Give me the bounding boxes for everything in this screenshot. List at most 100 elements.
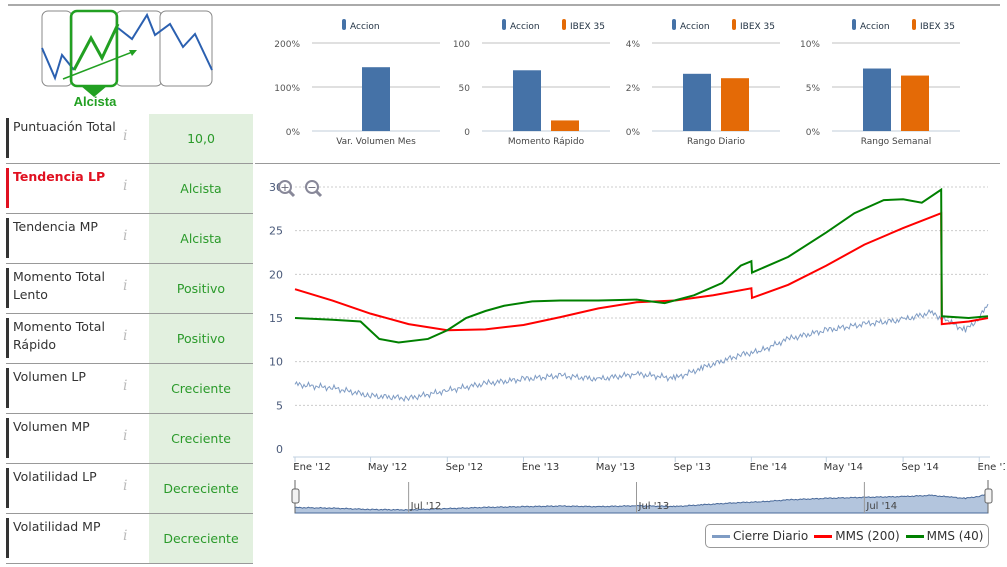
legend-item[interactable]: Cierre Diario	[712, 529, 808, 543]
indicator-row: Tendencia LP i Alcista	[6, 164, 253, 214]
legend-label: MMS (200)	[835, 529, 900, 543]
x-tick-label: Ene '15	[978, 462, 1005, 473]
indicator-value: Positivo	[149, 264, 253, 313]
legend-swatch	[852, 19, 856, 30]
legend-label: IBEX 35	[740, 22, 775, 32]
mini-bar-chart: Accion 0% 100% 200% Var. Volumen Mes	[274, 19, 440, 147]
indicator-row: Volatilidad MP i Decreciente	[6, 514, 253, 564]
y-tick-label: 0	[276, 443, 283, 456]
legend-swatch	[905, 535, 924, 538]
bar[interactable]	[683, 73, 711, 131]
indicator-value: Positivo	[149, 314, 253, 363]
indicator-row: Momento Total Lento i Positivo	[6, 264, 253, 314]
navigator-tick-label: Jul '13	[638, 501, 670, 512]
legend-swatch	[672, 19, 676, 30]
x-tick-label: Sep '13	[673, 462, 711, 473]
x-tick-label: May '12	[368, 462, 407, 473]
indicator-label: Volumen LP	[6, 368, 133, 408]
legend-item[interactable]: MMS (200)	[814, 529, 900, 543]
indicator-label: Momento Total Rápido	[6, 318, 133, 358]
indicator-value: Decreciente	[149, 464, 253, 513]
y-tick-label: 50	[459, 84, 471, 94]
info-icon[interactable]: i	[123, 178, 127, 194]
bar[interactable]	[551, 120, 579, 131]
legend-swatch	[814, 535, 833, 538]
legend-swatch	[912, 19, 916, 30]
legend-label: Cierre Diario	[733, 529, 809, 543]
x-tick-label: Ene '12	[293, 462, 330, 473]
y-tick-label: 100	[453, 40, 470, 50]
top-divider	[8, 4, 1000, 6]
indicator-value: Alcista	[149, 214, 253, 263]
legend-label: IBEX 35	[920, 22, 955, 32]
info-icon[interactable]: i	[123, 278, 127, 294]
y-tick-label: 10	[269, 356, 283, 369]
indicator-value: Creciente	[149, 414, 253, 463]
indicator-label: Volatilidad MP	[6, 518, 133, 558]
svg-text:−: −	[307, 181, 316, 194]
y-tick-label: 10%	[800, 40, 820, 50]
bar[interactable]	[863, 68, 891, 131]
y-tick-label: 200%	[274, 40, 300, 50]
y-tick-label: 100%	[274, 84, 300, 94]
info-icon[interactable]: i	[123, 328, 127, 344]
y-tick-label: 15	[269, 312, 283, 325]
legend-item[interactable]: MMS (40)	[905, 529, 984, 543]
y-tick-label: 20	[269, 268, 283, 281]
indicator-label: Volumen MP	[6, 418, 133, 458]
x-category-label: Rango Diario	[687, 137, 746, 147]
indicator-value: Creciente	[149, 364, 253, 413]
info-icon[interactable]: i	[123, 378, 127, 394]
indicator-label: Puntuación Total	[6, 118, 133, 158]
y-tick-label: 4%	[626, 40, 641, 50]
bar[interactable]	[901, 75, 929, 131]
navigator[interactable]: Jul '12 Jul '13 Jul '14	[291, 480, 993, 514]
legend-label: Accion	[350, 22, 380, 32]
y-tick-label: 2%	[626, 84, 641, 94]
indicator-value: 10,0	[149, 114, 253, 163]
mini-bar-chart: Accion IBEX 35 0 50 100 Momento Rápido	[453, 19, 610, 147]
legend-label: Accion	[510, 22, 540, 32]
indicator-value: Decreciente	[149, 514, 253, 563]
series-line-cierre[interactable]	[294, 303, 989, 403]
y-tick-label: 25	[269, 225, 283, 238]
indicator-label: Tendencia MP	[6, 218, 133, 258]
x-tick-label: Sep '14	[901, 462, 939, 473]
indicator-row: Volumen MP i Creciente	[6, 414, 253, 464]
trend-selector-icon[interactable]	[15, 8, 250, 111]
navigator-tick-label: Jul '14	[865, 501, 897, 512]
indicator-value: Alcista	[149, 164, 253, 213]
indicator-row: Volumen LP i Creciente	[6, 364, 253, 414]
y-tick-label: 5	[276, 399, 283, 412]
navigator-handle[interactable]	[984, 488, 993, 504]
bar[interactable]	[721, 78, 749, 131]
bar[interactable]	[362, 67, 390, 131]
indicator-row: Tendencia MP i Alcista	[6, 214, 253, 264]
indicator-label: Volatilidad LP	[6, 468, 133, 508]
x-category-label: Rango Semanal	[861, 137, 932, 147]
svg-text:+: +	[280, 181, 289, 194]
chart-legend: Cierre Diario MMS (200) MMS (40)	[705, 524, 989, 548]
indicator-row: Volatilidad LP i Decreciente	[6, 464, 253, 514]
zoom-in-icon[interactable]: +	[278, 180, 296, 198]
info-icon[interactable]: i	[123, 528, 127, 544]
x-tick-label: May '14	[824, 462, 863, 473]
zoom-out-icon[interactable]: −	[305, 180, 323, 198]
info-icon[interactable]: i	[123, 428, 127, 444]
y-tick-label: 0%	[286, 128, 301, 138]
price-chart[interactable]: 051015202530Ene '12 May '12 Sep '12 Ene '13…	[255, 168, 1005, 563]
info-icon[interactable]: i	[123, 228, 127, 244]
series-line-mms40[interactable]	[294, 187, 989, 344]
legend-label: MMS (40)	[926, 529, 984, 543]
indicator-row: Momento Total Rápido i Positivo	[6, 314, 253, 364]
legend-label: Accion	[860, 22, 890, 32]
y-tick-label: 0	[464, 128, 470, 138]
x-category-label: Var. Volumen Mes	[336, 137, 416, 147]
info-icon[interactable]: i	[123, 478, 127, 494]
navigator-handle[interactable]	[291, 488, 300, 504]
legend-swatch	[732, 19, 736, 30]
bar[interactable]	[513, 70, 541, 131]
mini-bar-chart: Accion IBEX 35 0% 5% 10% Rango Semanal	[800, 19, 960, 147]
info-icon[interactable]: i	[123, 128, 127, 144]
indicator-label: Tendencia LP	[6, 168, 133, 208]
